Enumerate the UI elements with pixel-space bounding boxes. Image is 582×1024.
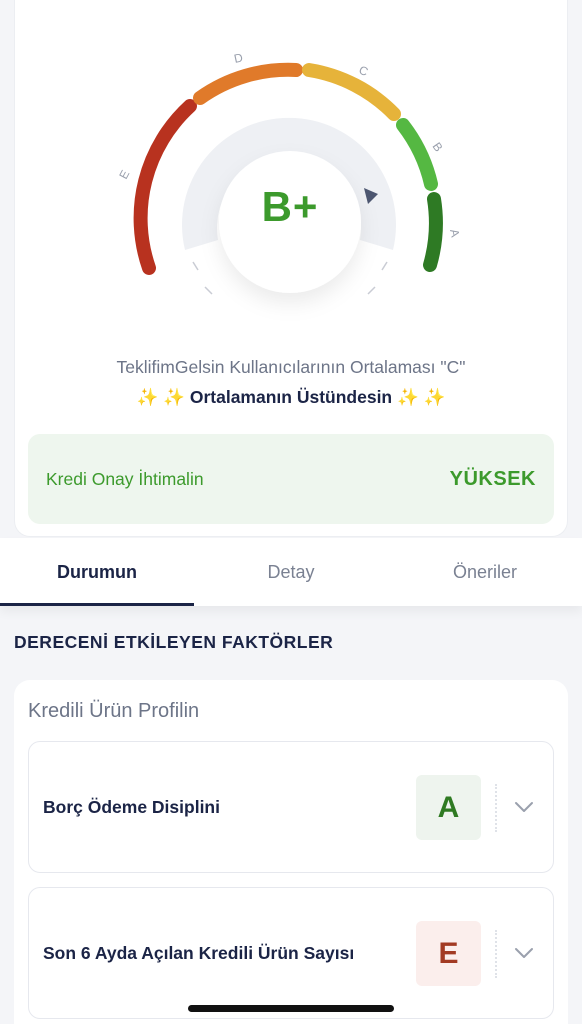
divider: [495, 784, 497, 832]
approval-label: Kredi Onay İhtimalin: [46, 468, 204, 489]
gauge-tick: [192, 261, 199, 271]
above-average-label: Ortalamanın Üstündesin: [189, 387, 393, 407]
factor-card: Kredili Ürün Profilin Borç Ödeme Disipli…: [14, 680, 568, 1024]
chevron-down-icon-svg: [515, 948, 533, 958]
gauge-segment-e: [133, 99, 197, 275]
gauge-letter-c: C: [357, 63, 371, 79]
factor-grade-badge: A: [416, 775, 481, 840]
gauge-tick: [381, 261, 388, 271]
approval-value: YÜKSEK: [449, 467, 536, 490]
factor-label: Son 6 Ayda Açılan Kredili Ürün Sayısı: [43, 942, 355, 963]
gauge-segment-d: [193, 62, 303, 105]
tab-oneriler[interactable]: Öneriler: [388, 538, 582, 606]
tab-bar: Durumun Detay Öneriler: [0, 538, 582, 606]
chevron-down-icon[interactable]: [509, 938, 539, 968]
divider: [495, 930, 497, 978]
factor-row-borc-odeme[interactable]: Borç Ödeme Disiplini A: [28, 741, 554, 873]
gauge-letter-e: E: [116, 168, 132, 182]
average-grade-text: TeklifimGelsin Kullanıcılarının Ortalama…: [116, 357, 466, 377]
gauge-segment-b: [396, 118, 438, 191]
gauge-segment-c: [302, 63, 401, 121]
credit-grade: B+: [261, 183, 319, 230]
credit-approval-box: Kredi Onay İhtimalin YÜKSEK: [28, 434, 554, 524]
gauge-tick: [367, 286, 376, 295]
gauge-segment-a: [423, 192, 443, 272]
gauge-letter-a: A: [447, 228, 462, 239]
sparkle-icon: ✨ ✨: [397, 387, 446, 407]
above-average-text: ✨ ✨ Ortalamanın Üstündesin ✨ ✨: [0, 387, 582, 408]
tab-durumun[interactable]: Durumun: [0, 538, 194, 606]
section-title: DERECENİ ETKİLEYEN FAKTÖRLER: [14, 632, 334, 652]
tab-detay[interactable]: Detay: [194, 538, 388, 606]
chevron-down-icon-svg: [515, 802, 533, 812]
factor-grade-badge: E: [416, 921, 481, 986]
gauge-tick: [204, 286, 213, 295]
credit-grade-gauge: E D C B A B+: [0, 0, 582, 350]
gauge-letter-d: D: [233, 50, 245, 66]
chevron-down-icon[interactable]: [509, 792, 539, 822]
factor-row-kredili-urun-sayisi[interactable]: Son 6 Ayda Açılan Kredili Ürün Sayısı E: [28, 887, 554, 1019]
sparkle-icon: ✨ ✨: [136, 387, 185, 407]
gauge-letter-b: B: [430, 140, 446, 155]
factor-label: Borç Ödeme Disiplini: [43, 796, 220, 817]
factor-card-title: Kredili Ürün Profilin: [28, 700, 200, 722]
gauge-center: B+: [220, 122, 360, 292]
home-indicator[interactable]: [188, 1005, 394, 1012]
